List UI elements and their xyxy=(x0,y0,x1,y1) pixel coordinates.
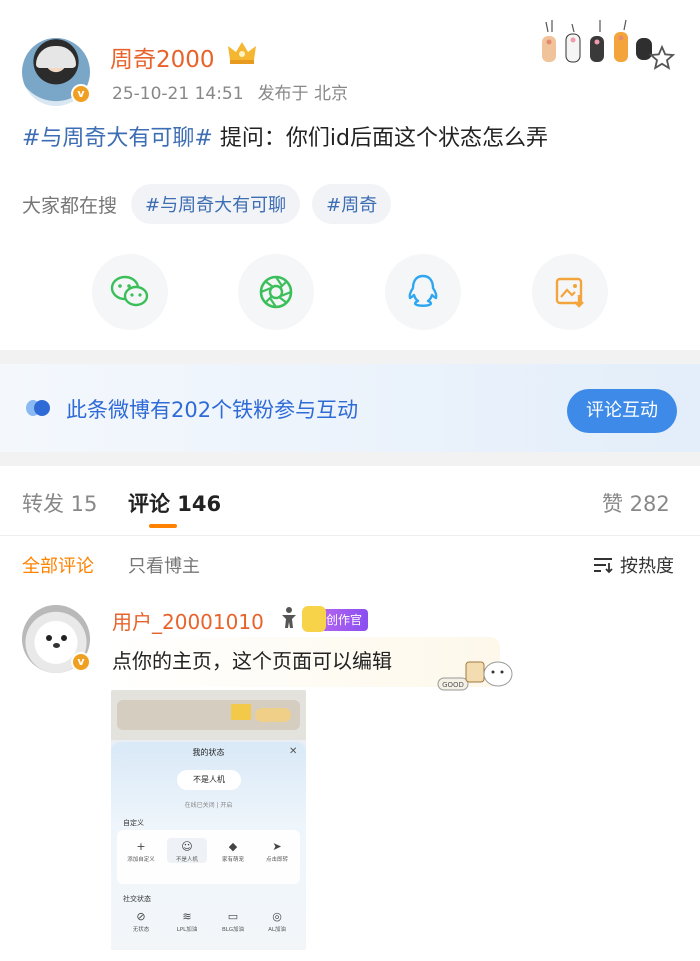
trending-search-label: 大家都在搜 xyxy=(22,194,118,217)
post-timestamp: 25-10-21 14:51 xyxy=(112,84,244,104)
search-chip[interactable]: #周奇 xyxy=(312,184,392,224)
tab-comments[interactable]: 评论 146 xyxy=(128,488,221,518)
comment-filter-row: 全部评论 只看博主 按热度 xyxy=(0,540,700,586)
embed-top-bar xyxy=(111,690,306,740)
post-tabs: 转发 15 评论 146 赞 282 xyxy=(0,466,700,536)
current-status-pill: 不是人机 xyxy=(177,770,241,790)
qq-icon xyxy=(408,274,438,307)
creator-icon xyxy=(302,606,326,632)
social-option: ▭ BLG加油 xyxy=(221,910,245,933)
crown-icon xyxy=(228,42,256,64)
share-row xyxy=(92,254,612,330)
social-option: ⊘ 无状态 xyxy=(132,910,150,933)
good-sticker-icon: GOOD xyxy=(437,661,513,691)
vvip-button xyxy=(255,708,291,722)
wechat-icon xyxy=(110,275,149,307)
post-header: v 周奇2000 25-10-21 14:51 发布于 北京 xyxy=(0,0,700,110)
comment-text: 点你的主页，这个页面可以编辑 xyxy=(112,649,392,673)
iron-fans-text: 此条微博有202个铁粉参与互动 xyxy=(66,398,359,422)
save-image-icon xyxy=(555,277,584,308)
save-image-button[interactable] xyxy=(532,254,608,330)
share-qq-button[interactable] xyxy=(385,254,461,330)
section-divider xyxy=(0,452,700,466)
sort-icon xyxy=(594,558,613,574)
post-body: #与周奇大有可聊# 提问：你们id后面这个状态怎么弄 xyxy=(22,120,548,152)
human-status-icon xyxy=(282,607,296,628)
svg-text:GOOD: GOOD xyxy=(442,681,464,689)
tab-likes[interactable]: 赞 282 xyxy=(602,488,670,518)
post-location: 发布于 北京 xyxy=(257,84,348,104)
share-wechat-button[interactable] xyxy=(92,254,168,330)
status-option: + 添加自定义 xyxy=(127,840,155,863)
custom-section-label: 自定义 xyxy=(123,819,144,827)
trending-search-row: 大家都在搜 #与周奇大有可聊 #周奇 xyxy=(22,184,403,224)
sort-label: 按热度 xyxy=(620,556,674,577)
status-option: ➤ 点击即转 xyxy=(265,840,288,863)
tab-repost[interactable]: 转发 15 xyxy=(22,488,97,518)
post-text: 提问：你们id后面这个状态怎么弄 xyxy=(212,126,548,151)
share-moments-button[interactable] xyxy=(238,254,314,330)
active-tab-indicator xyxy=(149,524,177,528)
social-section-label: 社交状态 xyxy=(123,895,151,903)
section-divider xyxy=(0,350,700,364)
search-chip[interactable]: #与周奇大有可聊 xyxy=(131,184,301,224)
creator-badge: 创作官 xyxy=(302,606,369,632)
creator-badge-label: 创作官 xyxy=(326,613,363,627)
fans-icon xyxy=(26,400,50,416)
moments-icon xyxy=(259,275,293,309)
sort-button[interactable]: 按热度 xyxy=(592,552,674,578)
commenter-name[interactable]: 用户_20001010 xyxy=(112,606,264,635)
crown-icon xyxy=(231,704,251,720)
author-name[interactable]: 周奇2000 xyxy=(110,40,215,74)
status-sheet-title: 我的状态 xyxy=(192,748,225,757)
status-option: ☺ 不是人机 xyxy=(167,838,207,863)
verified-icon: v xyxy=(71,652,91,672)
post-hashtag[interactable]: #与周奇大有可聊# xyxy=(22,126,213,151)
status-hint: 在线已关闭 | 开启 xyxy=(184,802,233,809)
iron-fans-banner: 此条微博有202个铁粉参与互动 评论互动 xyxy=(0,364,700,452)
filter-all-comments[interactable]: 全部评论 xyxy=(22,552,94,578)
verified-icon: v xyxy=(71,84,91,104)
social-option: ◎ AL加油 xyxy=(268,910,286,933)
comment-interact-button[interactable]: 评论互动 xyxy=(567,389,677,433)
close-icon: ✕ xyxy=(289,746,298,757)
status-option: ◆ 家有萌宠 xyxy=(221,840,244,863)
social-option: ≋ LPL加油 xyxy=(176,910,198,933)
filter-author-only[interactable]: 只看博主 xyxy=(128,552,200,578)
comment-image[interactable]: 我的状态 ✕ 不是人机 在线已关闭 | 开启 自定义 + 添加自定义 ☺ 不是人机 … xyxy=(111,690,306,950)
post-meta: 25-10-21 14:51 发布于 北京 xyxy=(112,79,362,104)
star-icon[interactable] xyxy=(648,44,676,72)
